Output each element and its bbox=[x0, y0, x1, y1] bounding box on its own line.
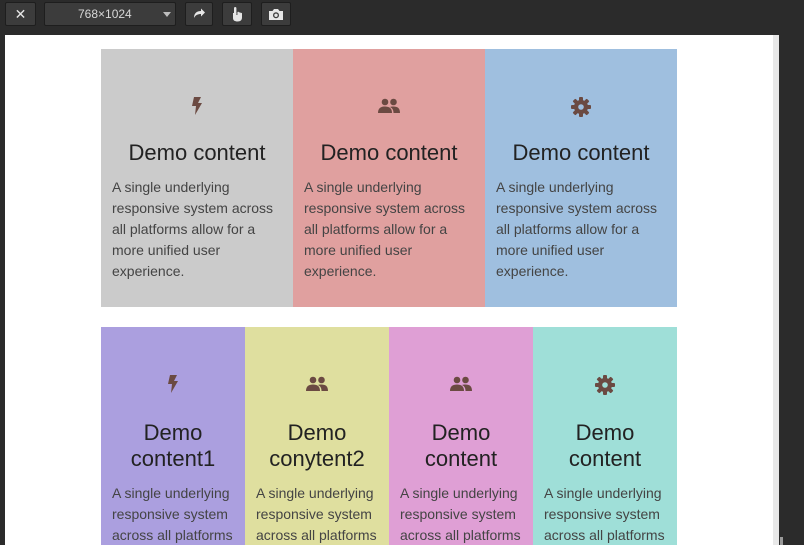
device-viewport: Demo content A single underlying respons… bbox=[5, 35, 773, 545]
feature-card: Demo content A single underlying respons… bbox=[533, 327, 677, 545]
card-title: Demo content bbox=[128, 140, 266, 165]
gear-icon bbox=[571, 97, 591, 117]
gear-icon bbox=[595, 375, 615, 395]
feature-card: Demo content1 A single underlying respon… bbox=[101, 327, 245, 545]
rotate-button[interactable] bbox=[185, 2, 213, 26]
people-icon bbox=[378, 98, 400, 113]
people-icon bbox=[306, 376, 328, 391]
card-text: A single underlying responsive system ac… bbox=[400, 485, 521, 543]
emulator-toolbar: ✕ 768×1024 bbox=[0, 0, 804, 28]
card-row-three: Demo content A single underlying respons… bbox=[101, 49, 677, 307]
viewport-scrollbar-track[interactable] bbox=[773, 35, 779, 545]
card-row-four: Demo content1 A single underlying respon… bbox=[101, 327, 677, 545]
feature-card: Demo content A single underlying respons… bbox=[485, 49, 677, 307]
card-title: Demo content1 bbox=[130, 420, 216, 471]
card-text: A single underlying responsive system ac… bbox=[256, 485, 377, 543]
screenshot-button[interactable] bbox=[261, 2, 291, 26]
people-icon bbox=[450, 376, 472, 391]
card-title: Demo content bbox=[568, 420, 642, 471]
card-text: A single underlying responsive system ac… bbox=[544, 485, 665, 543]
card-title: Demo content bbox=[424, 420, 498, 471]
card-title: Demo conytent2 bbox=[269, 420, 365, 471]
device-size-select[interactable]: 768×1024 bbox=[44, 2, 176, 26]
card-text: A single underlying responsive system ac… bbox=[304, 179, 466, 279]
close-icon: ✕ bbox=[14, 5, 27, 22]
card-title: Demo content bbox=[512, 140, 650, 165]
feature-card: Demo content A single underlying respons… bbox=[101, 49, 293, 307]
feature-card: Demo content A single underlying respons… bbox=[389, 327, 533, 545]
close-button[interactable]: ✕ bbox=[5, 2, 36, 26]
device-size-value: 768×1024 bbox=[78, 7, 132, 21]
touch-mode-button[interactable] bbox=[222, 2, 252, 26]
feature-card: Demo conytent2 A single underlying respo… bbox=[245, 327, 389, 545]
card-text: A single underlying responsive system ac… bbox=[496, 179, 658, 279]
camera-icon bbox=[269, 8, 283, 20]
chevron-down-icon bbox=[163, 12, 171, 17]
card-text: A single underlying responsive system ac… bbox=[112, 179, 274, 279]
card-title: Demo content bbox=[320, 140, 458, 165]
bolt-icon bbox=[168, 375, 178, 393]
bolt-icon bbox=[192, 97, 202, 115]
resize-handle[interactable] bbox=[780, 537, 783, 545]
rotate-icon bbox=[194, 8, 205, 18]
touch-icon bbox=[233, 7, 242, 22]
feature-card: Demo content A single underlying respons… bbox=[293, 49, 485, 307]
card-text: A single underlying responsive system ac… bbox=[112, 485, 233, 543]
